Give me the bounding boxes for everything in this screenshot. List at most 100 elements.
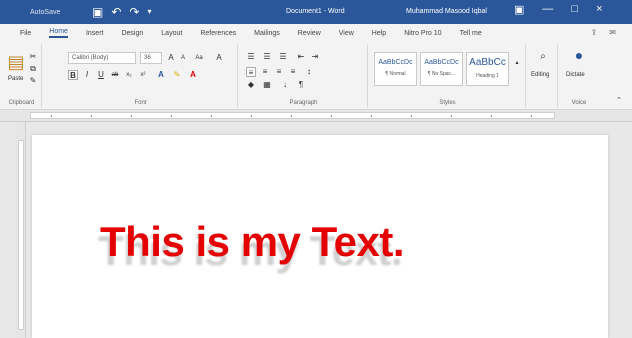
paste-label: Paste bbox=[8, 76, 24, 82]
close-icon[interactable]: × bbox=[596, 3, 602, 16]
maximize-icon[interactable]: □ bbox=[571, 3, 578, 16]
clear-formatting-icon[interactable]: A bbox=[214, 53, 224, 63]
minimize-icon[interactable]: — bbox=[542, 3, 553, 16]
style-normal[interactable]: AaBbCcDc ¶ Normal bbox=[374, 52, 417, 86]
autosave-label[interactable]: AutoSave bbox=[0, 9, 92, 16]
collapse-ribbon-icon[interactable]: ⌃ bbox=[614, 96, 624, 106]
ruler-tick bbox=[451, 115, 452, 117]
style-heading-1[interactable]: AaBbCc Heading 1 bbox=[466, 52, 509, 86]
align-left-icon[interactable]: ≡ bbox=[246, 67, 256, 77]
tab-nitro-pro[interactable]: Nitro Pro 10 bbox=[404, 30, 441, 37]
undo-icon[interactable]: ↶ bbox=[111, 6, 121, 18]
copy-icon[interactable]: ⧉ bbox=[28, 64, 38, 74]
tab-file[interactable]: File bbox=[20, 30, 31, 37]
document-title: Document1 - Word bbox=[286, 8, 345, 15]
user-name[interactable]: Muhammad Masood Iqbal bbox=[406, 8, 487, 15]
styles-scroll-icon[interactable]: ▴ bbox=[512, 58, 522, 68]
voice-group-label: Voice bbox=[571, 100, 587, 106]
underline-button[interactable]: U bbox=[96, 70, 106, 80]
show-formatting-icon[interactable]: ¶ bbox=[296, 80, 306, 90]
paragraph-group-label: Paragraph bbox=[289, 100, 318, 106]
borders-icon[interactable]: ▦ bbox=[262, 80, 272, 90]
style-normal-name: ¶ Normal bbox=[385, 71, 406, 77]
find-icon[interactable]: ⌕ bbox=[538, 52, 548, 62]
style-heading-1-name: Heading 1 bbox=[476, 73, 499, 79]
tell-me-search[interactable]: Tell me bbox=[460, 30, 482, 37]
tab-layout[interactable]: Layout bbox=[161, 30, 182, 37]
change-case-icon[interactable]: Aa bbox=[194, 53, 204, 63]
cut-icon[interactable]: ✂ bbox=[28, 52, 38, 62]
clipboard-group: ▤ Paste ✂ ⧉ ✎ Clipboard bbox=[2, 44, 42, 108]
superscript-button[interactable]: x² bbox=[138, 70, 148, 80]
vertical-ruler[interactable] bbox=[16, 122, 26, 338]
dictate-label[interactable]: Dictate bbox=[566, 72, 585, 78]
paragraph-group: ☰ ☰ ☰ ⇤ ⇥ ≡ ≡ ≡ ≡ ↕ ◆ ▦ ↓ ¶ Paragraph bbox=[240, 44, 368, 108]
ruler-tick bbox=[491, 115, 492, 117]
styles-group-label: Styles bbox=[439, 100, 456, 106]
comments-icon[interactable]: ✉ bbox=[609, 28, 616, 37]
ruler-tick bbox=[91, 115, 92, 117]
ruler-tick bbox=[291, 115, 292, 117]
bold-button[interactable]: B bbox=[68, 70, 78, 80]
tab-review[interactable]: Review bbox=[298, 30, 321, 37]
style-no-spacing[interactable]: AaBbCcDc ¶ No Spac... bbox=[420, 52, 463, 86]
numbering-icon[interactable]: ☰ bbox=[262, 52, 272, 62]
tab-design[interactable]: Design bbox=[121, 30, 143, 37]
ribbon: ▤ Paste ✂ ⧉ ✎ Clipboard Calibri (Body) 3… bbox=[0, 42, 632, 110]
document-page[interactable]: This is my Text. bbox=[32, 135, 608, 338]
highlight-icon[interactable]: ✎ bbox=[172, 70, 182, 80]
font-color-button[interactable]: A bbox=[188, 70, 198, 80]
tab-references[interactable]: References bbox=[200, 30, 236, 37]
line-spacing-icon[interactable]: ↕ bbox=[304, 67, 314, 77]
ribbon-tabs: File Home Insert Design Layout Reference… bbox=[0, 24, 632, 42]
clipboard-group-label: Clipboard bbox=[8, 100, 35, 106]
tab-home[interactable]: Home bbox=[49, 28, 68, 38]
shrink-font-icon[interactable]: A bbox=[178, 53, 188, 63]
style-heading-1-sample: AaBbCc bbox=[469, 57, 506, 68]
increase-indent-icon[interactable]: ⇥ bbox=[310, 52, 320, 62]
editing-group: ⌕ Editing bbox=[528, 44, 558, 108]
grow-font-icon[interactable]: A bbox=[166, 53, 176, 63]
customize-quick-access-icon[interactable]: ▾ bbox=[147, 6, 151, 18]
voice-group: ● Dictate Voice bbox=[560, 44, 598, 108]
ruler-tick bbox=[331, 115, 332, 117]
paste-icon: ▤ bbox=[7, 52, 25, 72]
tab-right-icons: ⇪ ✉ bbox=[591, 28, 616, 37]
multilevel-list-icon[interactable]: ☰ bbox=[278, 52, 288, 62]
strikethrough-button[interactable]: ab bbox=[110, 70, 120, 80]
ruler-tick bbox=[131, 115, 132, 117]
microphone-icon[interactable]: ● bbox=[574, 48, 584, 62]
decrease-indent-icon[interactable]: ⇤ bbox=[296, 52, 306, 62]
format-painter-icon[interactable]: ✎ bbox=[28, 76, 38, 86]
editing-label[interactable]: Editing bbox=[531, 72, 549, 78]
ribbon-display-options-icon[interactable]: ▣ bbox=[514, 3, 524, 16]
shading-icon[interactable]: ◆ bbox=[246, 80, 256, 90]
subscript-button[interactable]: x₂ bbox=[124, 70, 134, 80]
tab-view[interactable]: View bbox=[339, 30, 354, 37]
ruler-tick bbox=[171, 115, 172, 117]
sort-icon[interactable]: ↓ bbox=[280, 80, 290, 90]
font-group: Calibri (Body) 36 A A Aa A B I U ab x₂ x… bbox=[44, 44, 238, 108]
share-icon[interactable]: ⇪ bbox=[591, 28, 598, 37]
tab-insert[interactable]: Insert bbox=[86, 30, 104, 37]
save-icon[interactable]: ▣ bbox=[92, 6, 103, 18]
font-name-select[interactable]: Calibri (Body) bbox=[68, 52, 136, 64]
document-text[interactable]: This is my Text. bbox=[100, 218, 405, 266]
align-center-icon[interactable]: ≡ bbox=[260, 67, 270, 77]
font-size-select[interactable]: 36 bbox=[140, 52, 162, 64]
paste-button[interactable]: ▤ bbox=[7, 50, 25, 74]
horizontal-ruler[interactable] bbox=[0, 110, 632, 122]
justify-icon[interactable]: ≡ bbox=[288, 67, 298, 77]
ruler-tick bbox=[411, 115, 412, 117]
redo-icon[interactable]: ↷ bbox=[129, 6, 139, 18]
styles-group: AaBbCcDc ¶ Normal AaBbCcDc ¶ No Spac... … bbox=[370, 44, 526, 108]
italic-button[interactable]: I bbox=[82, 70, 92, 80]
style-normal-sample: AaBbCcDc bbox=[378, 59, 413, 66]
tab-mailings[interactable]: Mailings bbox=[254, 30, 280, 37]
bullets-icon[interactable]: ☰ bbox=[246, 52, 256, 62]
tab-help[interactable]: Help bbox=[372, 30, 386, 37]
font-group-label: Font bbox=[134, 100, 147, 106]
ruler-tick bbox=[211, 115, 212, 117]
text-effects-button[interactable]: A bbox=[156, 70, 166, 80]
align-right-icon[interactable]: ≡ bbox=[274, 67, 284, 77]
